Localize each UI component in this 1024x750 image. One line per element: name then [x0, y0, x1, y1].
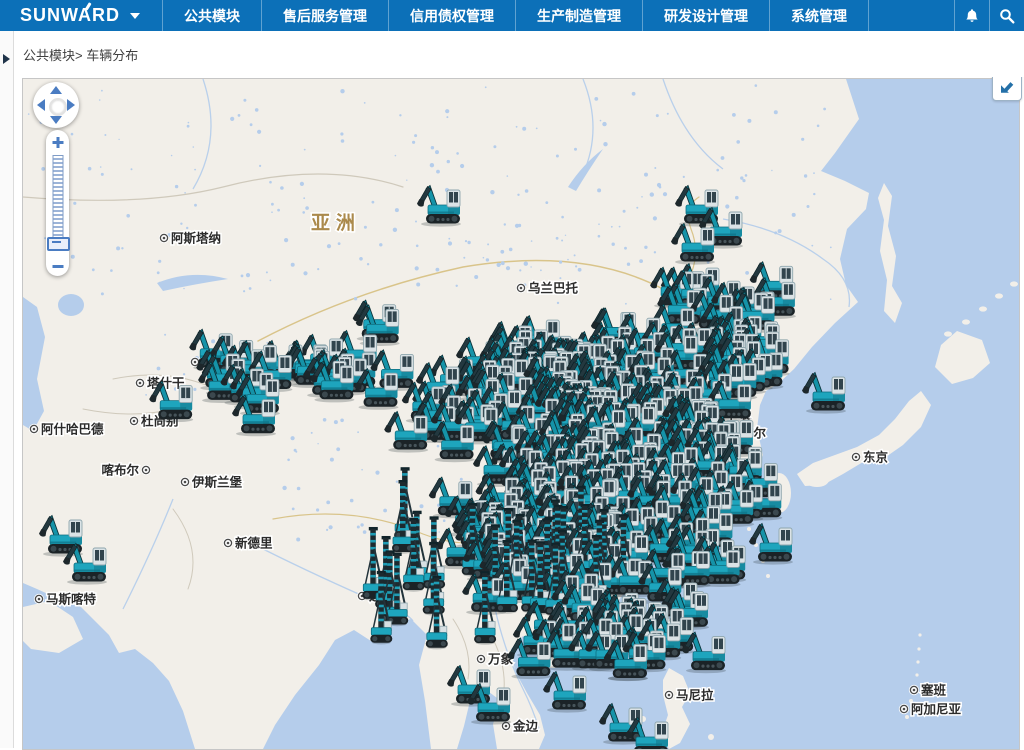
sidebar-expand-arrow-icon[interactable]	[3, 54, 10, 64]
nav-item[interactable]: 研发设计管理	[643, 0, 770, 31]
chevron-down-icon	[130, 13, 140, 19]
svg-text:新德里: 新德里	[235, 536, 273, 551]
svg-text:塞班: 塞班	[921, 683, 947, 698]
notifications-button[interactable]	[954, 0, 989, 31]
arrow-down-left-icon	[998, 77, 1016, 95]
zoom-track[interactable]	[52, 155, 63, 242]
nav-menu: 公共模块售后服务管理信用债权管理生产制造管理研发设计管理系统管理	[162, 0, 869, 31]
svg-text:伊斯兰堡: 伊斯兰堡	[191, 475, 243, 490]
search-button[interactable]	[989, 0, 1024, 31]
zoom-handle[interactable]	[47, 237, 70, 251]
pan-left-arrow-icon[interactable]	[37, 99, 45, 111]
pan-up-arrow-icon[interactable]	[50, 86, 62, 94]
svg-text:乌兰巴托: 乌兰巴托	[528, 281, 579, 296]
svg-text:阿斯塔纳: 阿斯塔纳	[171, 231, 221, 246]
nav-item[interactable]: 公共模块	[163, 0, 262, 31]
map-pan-control	[33, 82, 79, 128]
bell-icon	[964, 8, 980, 24]
svg-text:马斯喀特: 马斯喀特	[46, 592, 97, 607]
city-label: 阿什哈巴德	[29, 422, 104, 437]
vehicle-distribution-map-panel: 阿斯塔纳乌兰巴托比什凯克塔什干杜尚别阿什哈巴德喀布尔伊斯兰堡新德里马斯喀特达卡平…	[22, 78, 1020, 750]
continent-label: 亚洲	[311, 212, 361, 234]
svg-text:阿什哈巴德: 阿什哈巴德	[41, 422, 104, 437]
zoom-out-button[interactable]	[52, 265, 63, 268]
nav-item[interactable]: 生产制造管理	[516, 0, 643, 31]
map-zoom-slider	[46, 130, 69, 276]
logo-text: SUNWARD	[20, 5, 120, 26]
svg-text:金边: 金边	[512, 719, 539, 734]
svg-text:东京: 东京	[863, 450, 889, 465]
zoom-in-button[interactable]	[52, 137, 63, 148]
top-nav: SUNWARD 公共模块售后服务管理信用债权管理生产制造管理研发设计管理系统管理	[0, 0, 1024, 31]
breadcrumb-bar: 公共模块> 车辆分布	[14, 31, 1024, 77]
svg-text:马尼拉: 马尼拉	[676, 688, 714, 703]
pan-center-hub[interactable]	[49, 98, 67, 116]
nav-item[interactable]: 信用债权管理	[389, 0, 516, 31]
pan-right-arrow-icon[interactable]	[67, 99, 75, 111]
nav-item[interactable]: 系统管理	[770, 0, 869, 31]
map-canvas[interactable]: 阿斯塔纳乌兰巴托比什凯克塔什干杜尚别阿什哈巴德喀布尔伊斯兰堡新德里马斯喀特达卡平…	[23, 79, 1019, 749]
app-logo[interactable]: SUNWARD	[0, 0, 156, 31]
search-icon	[999, 8, 1015, 24]
nav-right-icons	[954, 0, 1024, 31]
svg-text:阿加尼亚: 阿加尼亚	[911, 702, 962, 717]
svg-text:喀布尔: 喀布尔	[101, 463, 139, 478]
sidebar-collapsed-strip	[0, 31, 14, 748]
nav-item[interactable]: 售后服务管理	[262, 0, 389, 31]
map-viewport: 阿斯塔纳乌兰巴托比什凯克塔什干杜尚别阿什哈巴德喀布尔伊斯兰堡新德里马斯喀特达卡平…	[23, 79, 1019, 749]
pan-down-arrow-icon[interactable]	[50, 116, 62, 124]
breadcrumb: 公共模块> 车辆分布	[23, 45, 138, 64]
